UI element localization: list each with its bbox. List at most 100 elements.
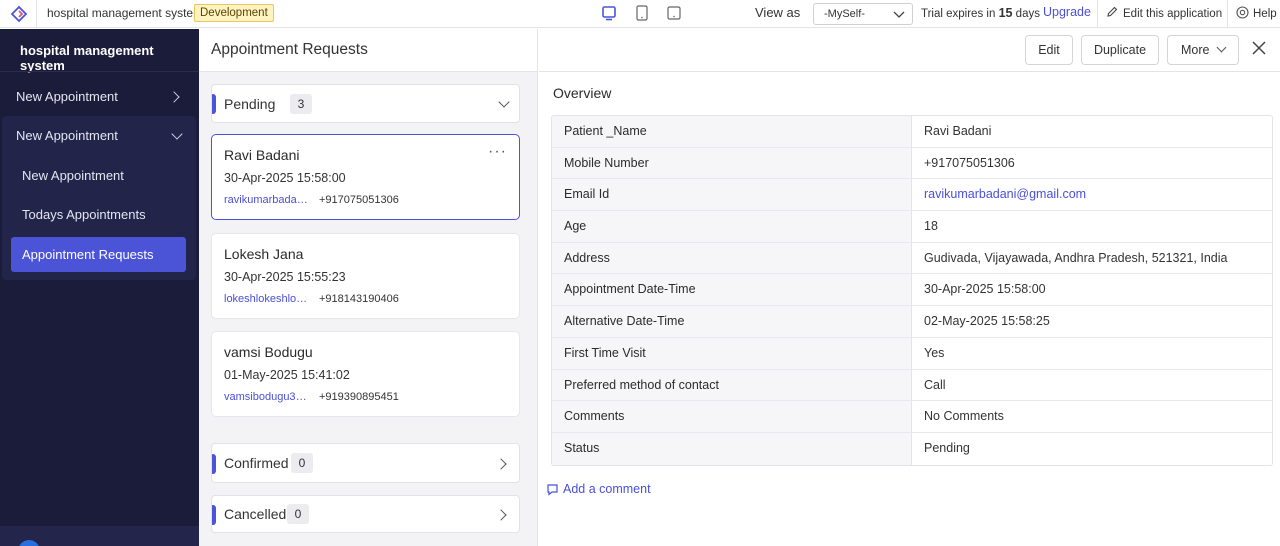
card-patient-name: vamsi Bodugu (224, 344, 313, 360)
section-label: Confirmed (224, 455, 289, 471)
request-card[interactable]: Lokesh Jana 30-Apr-2025 15:55:23 lokeshl… (211, 233, 520, 319)
table-row: Preferred method of contact Call (552, 369, 1272, 402)
pending-section-header[interactable]: Pending 3 (211, 84, 520, 123)
field-value: No Comments (924, 409, 1004, 424)
table-row: Address Gudivada, Vijayawada, Andhra Prad… (552, 242, 1272, 275)
field-value: +917075051306 (924, 155, 1015, 170)
table-row: Status Pending (552, 432, 1272, 465)
card-datetime: 30-Apr-2025 15:58:00 (224, 171, 346, 185)
detail-table: Patient _Name Ravi Badani Mobile Number +9… (551, 115, 1273, 466)
help-button[interactable]: Help (1236, 6, 1277, 20)
status-indicator (212, 94, 216, 114)
sidebar-item-new-appointment-sub[interactable]: New Appointment (22, 168, 124, 183)
sidebar-item-appointment-requests-label: Appointment Requests (22, 247, 154, 262)
field-label: Preferred method of contact (552, 369, 912, 401)
card-phone: +917075051306 (319, 194, 399, 206)
view-as-select[interactable]: -MySelf- (813, 3, 913, 25)
field-value: Call (924, 377, 946, 392)
requests-list-panel: Appointment Requests Pending 3 Ravi Bada… (199, 29, 538, 546)
environment-badge[interactable]: Development (194, 4, 274, 22)
field-value: 02-May-2025 15:58:25 (924, 314, 1050, 329)
edit-application-label: Edit this application (1123, 8, 1223, 20)
section-count-badge: 3 (290, 94, 312, 114)
divider (0, 71, 199, 72)
confirmed-section-header[interactable]: Confirmed 0 (211, 443, 520, 483)
cancelled-section-header[interactable]: Cancelled 0 (211, 495, 520, 533)
chevron-down-icon (1216, 42, 1227, 53)
add-comment-link[interactable]: Add a comment (547, 482, 651, 496)
desktop-icon[interactable] (602, 5, 616, 21)
field-label: Patient _Name (552, 116, 912, 147)
sidebar: hospital management system New Appointme… (0, 29, 199, 546)
avatar[interactable] (18, 540, 40, 546)
field-value: 30-Apr-2025 15:58:00 (924, 282, 1046, 297)
trial-days: 15 (998, 6, 1013, 20)
upgrade-link[interactable]: Upgrade (1043, 5, 1091, 19)
comment-icon (547, 484, 558, 496)
card-email[interactable]: ravikumarbadan... (224, 194, 310, 206)
sidebar-item-new-appointment[interactable]: New Appointment (16, 89, 118, 104)
sidebar-item-label: New Appointment (16, 89, 118, 104)
table-row: First Time Visit Yes (552, 337, 1272, 370)
edit-application-button[interactable]: Edit this application (1106, 6, 1222, 20)
trial-info: Trial expires in 15 days (921, 6, 1040, 20)
more-button-label: More (1181, 43, 1210, 57)
tablet-icon[interactable] (635, 5, 649, 21)
field-label: First Time Visit (552, 337, 912, 369)
sidebar-item-label: Todays Appointments (22, 207, 146, 222)
app-name: hospital management system (47, 6, 204, 20)
sidebar-brand[interactable]: hospital management system (20, 43, 199, 73)
sidebar-footer (0, 526, 199, 546)
section-count-badge: 0 (291, 453, 313, 473)
card-phone: +919390895451 (319, 391, 399, 403)
add-comment-label: Add a comment (563, 482, 651, 496)
help-icon (1236, 6, 1249, 19)
section-count-badge: 0 (287, 504, 309, 524)
more-dots-icon[interactable]: ··· (488, 143, 507, 161)
table-row: Email Id ravikumarbadani@gmail.com (552, 179, 1272, 212)
card-patient-name: Lokesh Jana (224, 246, 304, 262)
overview-title: Overview (553, 85, 612, 101)
chevron-down-icon (498, 96, 510, 108)
field-label: Mobile Number (552, 147, 912, 179)
divider (36, 0, 37, 28)
more-button[interactable]: More (1167, 35, 1239, 65)
view-as-label: View as (755, 5, 801, 20)
page-title: Appointment Requests (211, 41, 368, 58)
app-logo-icon[interactable] (10, 5, 28, 23)
card-email[interactable]: vamsibodugu38... (224, 391, 310, 403)
card-email[interactable]: lokeshlokeshlok... (224, 293, 310, 305)
chevron-right-icon (495, 509, 507, 521)
status-indicator (212, 505, 216, 525)
table-row: Alternative Date-Time 02-May-2025 15:58:2… (552, 306, 1272, 338)
status-indicator (212, 454, 216, 474)
close-icon[interactable] (1252, 41, 1266, 55)
sidebar-section-new-appointment[interactable]: New Appointment (16, 128, 118, 143)
sidebar-item-label: New Appointment (16, 128, 118, 143)
duplicate-button[interactable]: Duplicate (1081, 35, 1159, 65)
table-row: Mobile Number +917075051306 (552, 147, 1272, 180)
table-row: Age 18 (552, 211, 1272, 243)
sidebar-item-label: New Appointment (22, 168, 124, 183)
request-card[interactable]: vamsi Bodugu 01-May-2025 15:41:02 vamsib… (211, 331, 520, 417)
sidebar-item-todays-appointments[interactable]: Todays Appointments (22, 207, 146, 222)
view-as-value: -MySelf- (824, 8, 865, 20)
field-value: 18 (924, 219, 938, 234)
table-row: Appointment Date-Time 30-Apr-2025 15:58:0… (552, 274, 1272, 307)
field-label: Alternative Date-Time (552, 306, 912, 337)
table-row: Comments No Comments (552, 401, 1272, 433)
detail-panel: Edit Duplicate More Overview Patient _Na… (539, 29, 1280, 546)
card-datetime: 30-Apr-2025 15:55:23 (224, 270, 346, 284)
divider (1097, 0, 1098, 28)
mobile-icon[interactable] (667, 5, 681, 21)
card-phone: +918143190406 (319, 293, 399, 305)
card-datetime: 01-May-2025 15:41:02 (224, 368, 350, 382)
field-value: Pending (924, 440, 970, 455)
sidebar-item-label: Appointment Requests (22, 247, 154, 262)
field-label: Status (552, 432, 912, 465)
request-card[interactable]: Ravi Badani ··· 30-Apr-2025 15:58:00 rav… (211, 134, 520, 220)
email-link[interactable]: ravikumarbadani@gmail.com (924, 187, 1086, 201)
edit-button[interactable]: Edit (1025, 35, 1073, 65)
detail-toolbar: Edit Duplicate More (539, 29, 1280, 72)
table-row: Patient _Name Ravi Badani (552, 116, 1272, 148)
